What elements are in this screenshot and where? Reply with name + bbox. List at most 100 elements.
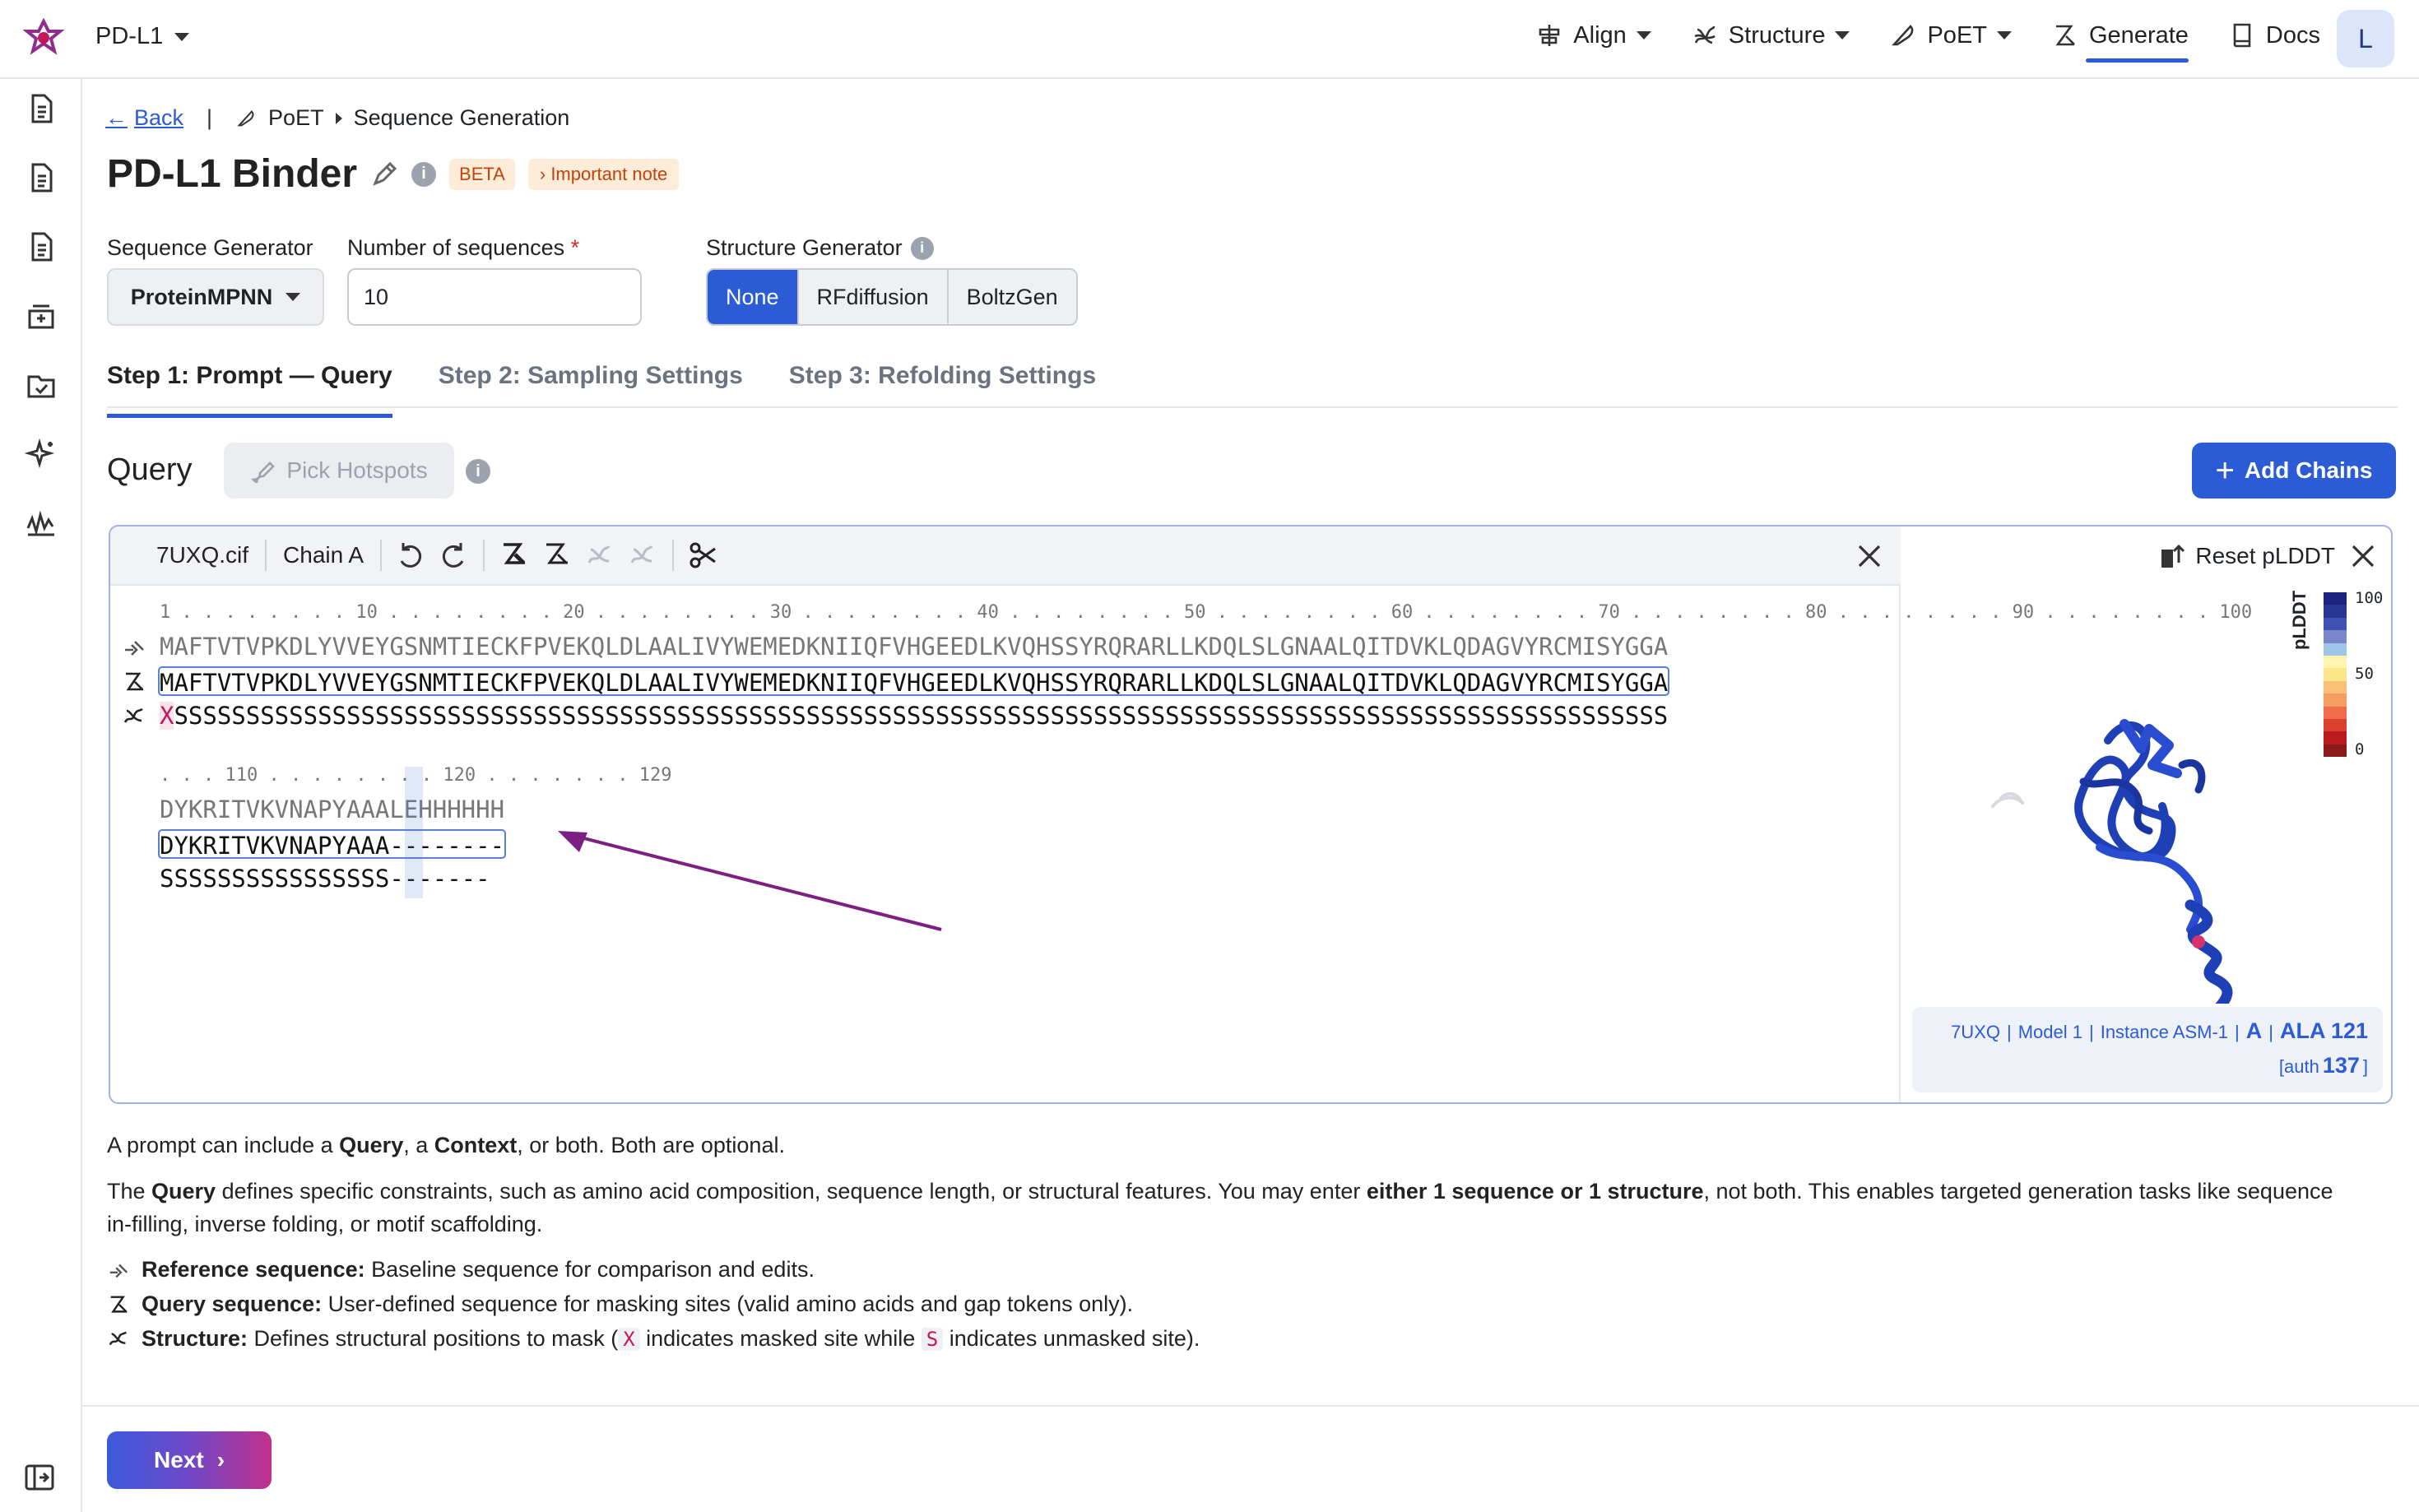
- plddt-color-swatch: [2324, 731, 2347, 744]
- signal-icon[interactable]: [25, 507, 58, 540]
- redo-icon[interactable]: [438, 540, 469, 571]
- scissors-icon[interactable]: [688, 540, 719, 571]
- chain-id[interactable]: A: [2246, 1018, 2263, 1044]
- structure-option-rfdiffusion[interactable]: RFdiffusion: [798, 270, 949, 324]
- instance-id[interactable]: Instance ASM-1: [2101, 1022, 2228, 1043]
- model-id[interactable]: Model 1: [2018, 1022, 2082, 1043]
- structure-mask-row[interactable]: XSSSSSSSSSSSSSSSSSSSSSSSSSSSSSSSSSSSSSSS…: [160, 701, 1668, 730]
- collapse-sidebar-icon[interactable]: [23, 1461, 56, 1494]
- protein-3d-structure[interactable]: [1985, 691, 2281, 1004]
- nav-docs[interactable]: Docs: [2228, 21, 2320, 49]
- tab-step-1[interactable]: Step 1: Prompt — Query: [107, 362, 392, 418]
- sparkle-icon[interactable]: [24, 438, 58, 471]
- number-of-sequences-input[interactable]: 10: [347, 268, 642, 326]
- sequence-editor: 7UXQ.cif Chain A 1 . . . . . . . . 10 . …: [110, 526, 2252, 1102]
- text: indicates masked site while: [639, 1326, 922, 1351]
- structure-option-boltzgen[interactable]: BoltzGen: [948, 270, 1076, 324]
- text: A prompt can include a: [107, 1133, 340, 1157]
- color-reset-icon: [2161, 544, 2185, 568]
- info-icon[interactable]: i: [411, 161, 437, 187]
- chevron-right-icon: ›: [216, 1447, 225, 1473]
- chevron-down-icon: [286, 293, 301, 301]
- plddt-color-swatch: [2324, 605, 2347, 618]
- info-icon[interactable]: i: [466, 459, 490, 484]
- nav-generate[interactable]: Generate: [2051, 21, 2189, 63]
- nav-structure-label: Structure: [1728, 21, 1826, 49]
- structure-icon: [1694, 26, 1716, 44]
- document-icon[interactable]: [25, 161, 58, 194]
- pick-hotspots-label: Pick Hotspots: [286, 457, 428, 483]
- reset-plddt-label: Reset pLDDT: [2195, 543, 2335, 568]
- reference-icon: [122, 635, 146, 660]
- sequence-generator-select[interactable]: ProteinMPNN: [107, 268, 324, 326]
- tab-step-3[interactable]: Step 3: Refolding Settings: [789, 362, 1096, 406]
- query-sequence-icon: [122, 670, 146, 694]
- query-sequence[interactable]: DYKRITVKVNAPYAAA--------: [158, 829, 507, 860]
- close-icon[interactable]: [1853, 540, 1886, 573]
- plddt-color-swatch: [2324, 655, 2347, 669]
- document-icon[interactable]: [25, 230, 58, 263]
- sequence-editor-panel: 7UXQ.cif Chain A 1 . . . . . . . . 10 . …: [109, 525, 2393, 1104]
- structure-viewer[interactable]: Reset pLDDT pLDDT 100 50 0 7UXQ | Model …: [1902, 526, 2391, 1102]
- next-button-label: Next: [153, 1447, 204, 1473]
- next-button[interactable]: Next ›: [107, 1431, 272, 1489]
- breadcrumb: ← Back | PoET Sequence Generation: [105, 105, 569, 131]
- structure-generator-label: Structure Generator i: [706, 235, 934, 261]
- important-note-toggle[interactable]: › Important note: [527, 158, 680, 190]
- toolbar-divider: [672, 540, 675, 571]
- entry-id[interactable]: 7UXQ: [1951, 1022, 2000, 1043]
- structure-icon: [122, 704, 146, 729]
- residue-id[interactable]: ALA 121: [2280, 1018, 2368, 1044]
- project-selector[interactable]: PD-L1: [95, 23, 190, 50]
- dataset-icon[interactable]: [25, 299, 58, 332]
- folder-check-icon[interactable]: [25, 369, 58, 401]
- document-icon[interactable]: [25, 92, 58, 125]
- pick-hotspots-button[interactable]: Pick Hotspots: [224, 443, 454, 499]
- nav-poet[interactable]: PoET: [1889, 21, 2012, 49]
- number-of-sequences-label: Number of sequences *: [347, 235, 579, 261]
- nav-align[interactable]: Align: [1535, 21, 1651, 49]
- edit-pencil-icon[interactable]: [370, 160, 398, 188]
- chevron-down-icon: [1835, 31, 1850, 39]
- add-chains-button[interactable]: + Add Chains: [2192, 443, 2396, 499]
- unmask-all-icon[interactable]: [541, 540, 573, 571]
- undo-icon[interactable]: [395, 540, 426, 571]
- chain-selector[interactable]: Chain A: [267, 542, 380, 568]
- back-link[interactable]: ← Back: [105, 105, 183, 131]
- nav-structure[interactable]: Structure: [1691, 21, 1850, 49]
- sequence-generator-value: ProteinMPNN: [130, 284, 273, 309]
- file-name[interactable]: 7UXQ.cif: [110, 542, 265, 568]
- chevron-down-icon: [1997, 31, 2012, 39]
- auth-prefix: [auth: [2278, 1056, 2319, 1077]
- text-bold: Reference sequence:: [142, 1257, 365, 1282]
- plddt-tick-100: 100: [2355, 589, 2384, 607]
- reset-plddt-button[interactable]: Reset pLDDT: [2159, 541, 2335, 571]
- mask-structure-icon: [584, 540, 615, 571]
- app-logo[interactable]: [22, 17, 65, 59]
- user-avatar[interactable]: L: [2337, 10, 2394, 67]
- plddt-tick-50: 50: [2355, 665, 2374, 683]
- breadcrumb-section[interactable]: PoET: [268, 105, 324, 131]
- selection-info-line-1: 7UXQ | Model 1 | Instance ASM-1 | A | ALA 12…: [1951, 1018, 2368, 1044]
- text: User-defined sequence for masking sites …: [322, 1292, 1134, 1316]
- structure-mask-row[interactable]: SSSSSSSSSSSSSSSS-------: [160, 864, 490, 893]
- selected-column-highlight: [405, 767, 423, 898]
- toolbar-divider: [380, 540, 383, 571]
- plddt-color-swatch: [2324, 718, 2347, 732]
- auth-number: 137: [2322, 1053, 2360, 1078]
- structure-option-none[interactable]: None: [708, 270, 799, 324]
- mask-all-icon[interactable]: [499, 540, 530, 571]
- query-sequence[interactable]: MAFTVTVPKDLYVVEYGSNMTIECKFPVEKQLDLAALIVY…: [158, 666, 1670, 697]
- text: The: [107, 1179, 152, 1204]
- close-icon[interactable]: [2348, 541, 2378, 571]
- text: , not both. This enables targeted genera…: [1703, 1179, 2333, 1204]
- text: Defines structural positions to mask (: [248, 1326, 619, 1351]
- top-bar: PD-L1 Align Structure PoET Generate Docs…: [0, 0, 2419, 79]
- plddt-legend-title: pLDDT: [2289, 590, 2310, 650]
- unmask-structure-icon: [627, 540, 658, 571]
- annotation-arrow-icon: [558, 831, 942, 931]
- info-icon[interactable]: i: [910, 236, 934, 260]
- tab-step-2[interactable]: Step 2: Sampling Settings: [439, 362, 743, 406]
- structure-generator-toggle: None RFdiffusion BoltzGen: [706, 268, 1078, 326]
- toolbar-divider: [483, 540, 485, 571]
